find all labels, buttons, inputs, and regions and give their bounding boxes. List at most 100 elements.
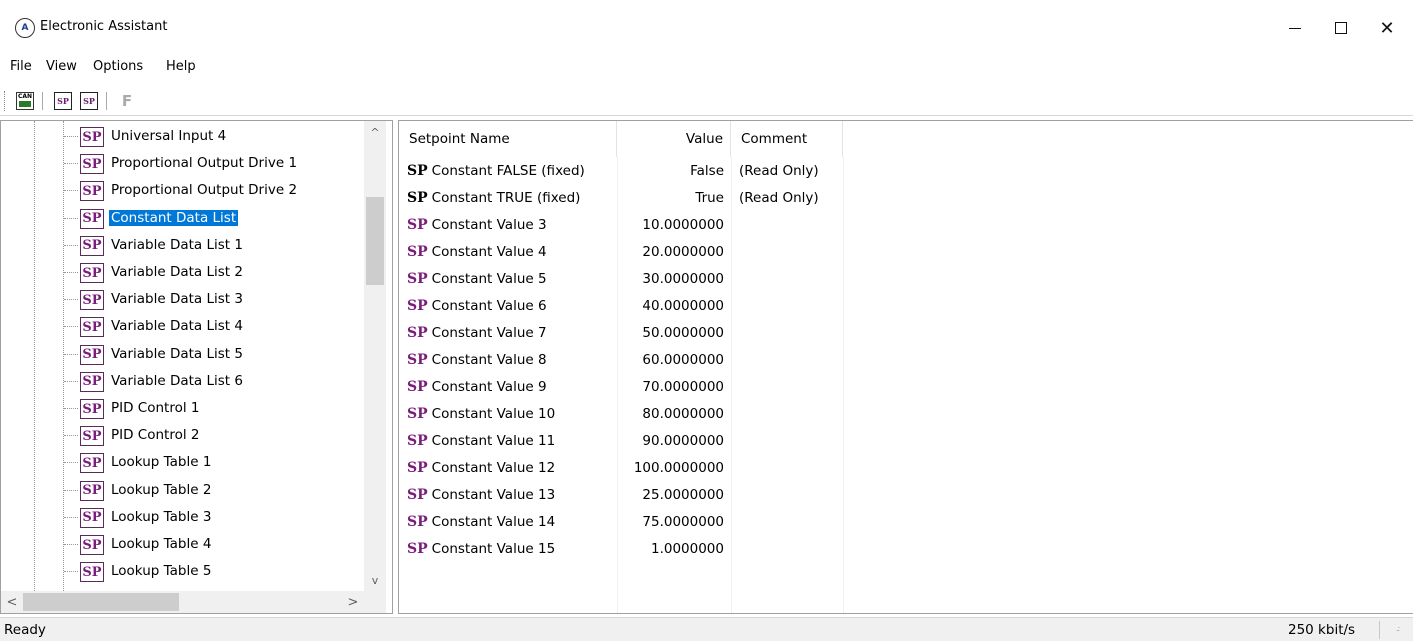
menu-file[interactable]: File bbox=[10, 59, 32, 74]
tree-horizontal-scrollbar[interactable]: < > bbox=[1, 591, 364, 613]
setpoint-value[interactable]: 100.0000000 bbox=[617, 460, 724, 476]
table-row[interactable]: SP Constant FALSE (fixed) False (Read Only) bbox=[399, 159, 1413, 186]
tree-item[interactable]: SP Lookup Table 4 bbox=[1, 531, 366, 558]
table-row[interactable]: SP Constant Value 3 10.0000000 bbox=[399, 213, 1413, 240]
tree-connector bbox=[64, 489, 78, 491]
table-row[interactable]: SP Constant Value 6 40.0000000 bbox=[399, 294, 1413, 321]
tree-item[interactable]: SP Universal Input 4 bbox=[1, 123, 366, 150]
setpoint-value[interactable]: 20.0000000 bbox=[617, 244, 724, 260]
table-row[interactable]: SP Constant Value 12 100.0000000 bbox=[399, 456, 1413, 483]
tree-item[interactable]: SP PID Control 1 bbox=[1, 395, 366, 422]
scroll-right-icon[interactable]: > bbox=[342, 591, 364, 613]
column-header-comment[interactable]: Comment bbox=[731, 121, 843, 157]
menu-help[interactable]: Help bbox=[166, 59, 196, 74]
scroll-down-icon[interactable]: v bbox=[364, 569, 386, 591]
setpoint-value[interactable]: 80.0000000 bbox=[617, 406, 724, 422]
scroll-up-icon[interactable]: ^ bbox=[364, 121, 386, 143]
tree-item-label: Lookup Table 1 bbox=[111, 454, 212, 471]
setpoint-value[interactable]: 30.0000000 bbox=[617, 271, 724, 287]
tree-item[interactable]: SP Variable Data List 2 bbox=[1, 259, 366, 286]
tree-connector bbox=[64, 571, 78, 573]
toolbar: CAN SP SP F bbox=[0, 86, 1413, 116]
setpoint-icon: SP bbox=[407, 352, 428, 368]
can-connect-button[interactable]: CAN bbox=[14, 90, 36, 112]
tree-item[interactable]: SP Constant Data List bbox=[1, 205, 366, 232]
tree-connector bbox=[64, 299, 78, 301]
table-row[interactable]: SP Constant Value 4 20.0000000 bbox=[399, 240, 1413, 267]
setpoint-value[interactable]: 1.0000000 bbox=[617, 541, 724, 557]
setpoint-value[interactable]: True bbox=[617, 190, 724, 206]
setpoint-icon: SP bbox=[80, 371, 104, 392]
app-logo-icon[interactable]: A bbox=[15, 18, 35, 38]
tree-item[interactable]: SP Lookup Table 2 bbox=[1, 477, 366, 504]
setpoint-value[interactable]: 70.0000000 bbox=[617, 379, 724, 395]
maximize-button[interactable] bbox=[1318, 10, 1364, 46]
column-header-value[interactable]: Value bbox=[617, 121, 731, 157]
tree-connector bbox=[64, 326, 78, 328]
close-button[interactable]: ✕ bbox=[1364, 10, 1410, 46]
table-row[interactable]: SP Constant Value 9 70.0000000 bbox=[399, 375, 1413, 402]
toolbar-grip[interactable] bbox=[4, 91, 7, 111]
scroll-thumb[interactable] bbox=[366, 197, 384, 285]
scroll-left-icon[interactable]: < bbox=[1, 591, 23, 613]
tree-item[interactable]: SP Variable Data List 4 bbox=[1, 313, 366, 340]
tree-vertical-scrollbar[interactable]: ^ v bbox=[364, 121, 386, 591]
setpoint-value[interactable]: 75.0000000 bbox=[617, 514, 724, 530]
table-row[interactable]: SP Constant Value 13 25.0000000 bbox=[399, 483, 1413, 510]
table-row[interactable]: SP Constant Value 11 90.0000000 bbox=[399, 429, 1413, 456]
table-row[interactable]: SP Constant Value 14 75.0000000 bbox=[399, 510, 1413, 537]
table-row[interactable]: SP Constant Value 8 60.0000000 bbox=[399, 348, 1413, 375]
table-row[interactable]: SP Constant Value 7 50.0000000 bbox=[399, 321, 1413, 348]
tree-item[interactable]: SP Variable Data List 5 bbox=[1, 341, 366, 368]
tree-item[interactable]: SP PID Control 2 bbox=[1, 422, 366, 449]
resize-grip-icon[interactable]: .: bbox=[1396, 625, 1400, 633]
setpoint-value[interactable]: 60.0000000 bbox=[617, 352, 724, 368]
save-setpoints-button[interactable]: SP bbox=[78, 90, 100, 112]
tree-item-label: Lookup Table 4 bbox=[111, 536, 212, 552]
toolbar-separator bbox=[106, 92, 107, 110]
setpoint-value[interactable]: 25.0000000 bbox=[617, 487, 724, 503]
tree-item-label: Variable Data List 4 bbox=[111, 318, 243, 335]
table-row[interactable]: SP Constant Value 5 30.0000000 bbox=[399, 267, 1413, 294]
setpoint-name: Constant FALSE (fixed) bbox=[431, 163, 585, 179]
menu-view[interactable]: View bbox=[46, 59, 77, 74]
setpoint-list[interactable]: Setpoint Name Value Comment SP Constant F… bbox=[398, 120, 1413, 614]
setpoint-icon: SP bbox=[407, 460, 428, 476]
tree-item[interactable]: SP Variable Data List 3 bbox=[1, 286, 366, 313]
setpoint-value[interactable]: 10.0000000 bbox=[617, 217, 724, 233]
minimize-button[interactable] bbox=[1272, 10, 1318, 46]
setpoint-name-cell: SP Constant Value 13 bbox=[407, 487, 555, 503]
tree-item-label: Variable Data List 3 bbox=[111, 291, 243, 308]
tree-item[interactable]: SP Lookup Table 3 bbox=[1, 504, 366, 531]
setpoint-name-cell: SP Constant Value 11 bbox=[407, 433, 555, 449]
tree-view[interactable]: SP Universal Input 4 SP Proportional Output… bbox=[0, 120, 393, 614]
tree-item[interactable]: SP Proportional Output Drive 2 bbox=[1, 177, 366, 204]
menu-options[interactable]: Options bbox=[93, 59, 143, 74]
setpoint-value[interactable]: 40.0000000 bbox=[617, 298, 724, 314]
setpoint-name: Constant Value 8 bbox=[431, 352, 547, 368]
setpoint-icon: SP bbox=[407, 217, 428, 233]
tree-item[interactable]: SP Proportional Output Drive 1 bbox=[1, 150, 366, 177]
tree-item[interactable]: SP Lookup Table 5 bbox=[1, 558, 366, 585]
load-setpoints-button[interactable]: SP bbox=[52, 90, 74, 112]
setpoint-value[interactable]: 90.0000000 bbox=[617, 433, 724, 449]
flash-button[interactable]: F bbox=[116, 90, 138, 112]
setpoint-icon: SP bbox=[80, 480, 104, 501]
tree-item[interactable]: SP Variable Data List 6 bbox=[1, 368, 366, 395]
table-row[interactable]: SP Constant TRUE (fixed) True (Read Only) bbox=[399, 186, 1413, 213]
tree-item-label: Lookup Table 3 bbox=[111, 508, 212, 525]
setpoint-name: Constant Value 10 bbox=[431, 406, 556, 422]
setpoint-name-cell: SP Constant Value 5 bbox=[407, 271, 547, 287]
scroll-thumb[interactable] bbox=[23, 593, 179, 611]
setpoint-value[interactable]: 50.0000000 bbox=[617, 325, 724, 341]
table-row[interactable]: SP Constant Value 15 1.0000000 bbox=[399, 537, 1413, 564]
setpoint-value[interactable]: False bbox=[617, 163, 724, 179]
tree-item[interactable]: SP Variable Data List 1 bbox=[1, 232, 366, 259]
column-header-setpoint-name[interactable]: Setpoint Name bbox=[399, 121, 617, 157]
setpoint-icon: SP bbox=[80, 507, 104, 528]
setpoint-name: Constant Value 5 bbox=[431, 271, 547, 287]
tree-connector bbox=[64, 408, 78, 409]
tree-item[interactable]: SP Lookup Table 1 bbox=[1, 449, 366, 476]
table-row[interactable]: SP Constant Value 10 80.0000000 bbox=[399, 402, 1413, 429]
setpoint-icon: SP bbox=[407, 190, 428, 206]
